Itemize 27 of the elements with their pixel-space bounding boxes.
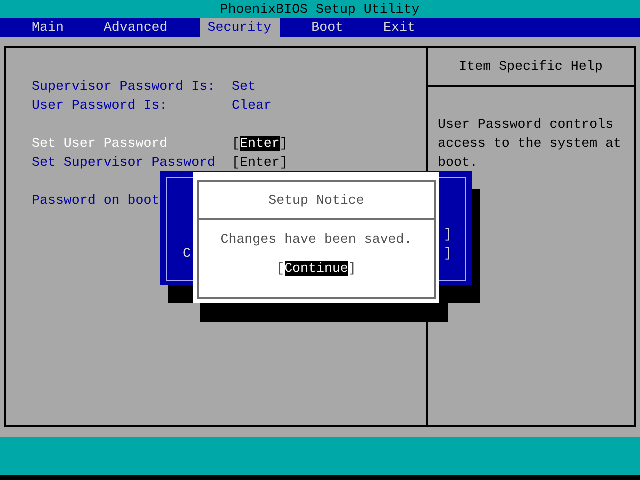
- bracket: ]: [280, 136, 288, 151]
- dialog-message: Changes have been saved.: [220, 232, 412, 246]
- help-title: Item Specific Help: [459, 59, 603, 74]
- bracket: ]: [280, 155, 288, 170]
- continue-button[interactable]: Continue: [284, 260, 348, 276]
- dialog-text-fragment: ]: [444, 226, 452, 244]
- menu-tab[interactable]: Exit: [376, 18, 424, 37]
- dialog-text-fragment: C: [183, 245, 191, 263]
- enter-field[interactable]: Enter: [240, 155, 280, 170]
- enter-field[interactable]: Enter: [240, 136, 280, 151]
- menu-tab[interactable]: Security: [200, 18, 280, 37]
- setting-value: Set: [232, 79, 256, 94]
- setting-value: Clear: [232, 98, 272, 113]
- bracket: [: [232, 155, 240, 170]
- menu-tab[interactable]: Main: [24, 18, 72, 37]
- menu-tab[interactable]: Boot: [304, 18, 352, 37]
- help-text: User Password controls access to the system at boot.: [437, 116, 623, 172]
- window-title: PhoenixBIOS Setup Utility: [220, 2, 420, 16]
- bracket: [: [276, 260, 285, 276]
- dialog-text-fragment: ]: [444, 245, 452, 263]
- bracket: ]: [348, 260, 356, 276]
- dialog-title: Setup Notice: [268, 192, 364, 208]
- setting-label: Supervisor Password Is:: [32, 79, 217, 94]
- menu-tab[interactable]: Advanced: [96, 18, 176, 37]
- setting-label: User Password Is:: [32, 98, 169, 113]
- bracket: [: [232, 136, 240, 151]
- menu-item[interactable]: Set Supervisor Password: [32, 155, 232, 170]
